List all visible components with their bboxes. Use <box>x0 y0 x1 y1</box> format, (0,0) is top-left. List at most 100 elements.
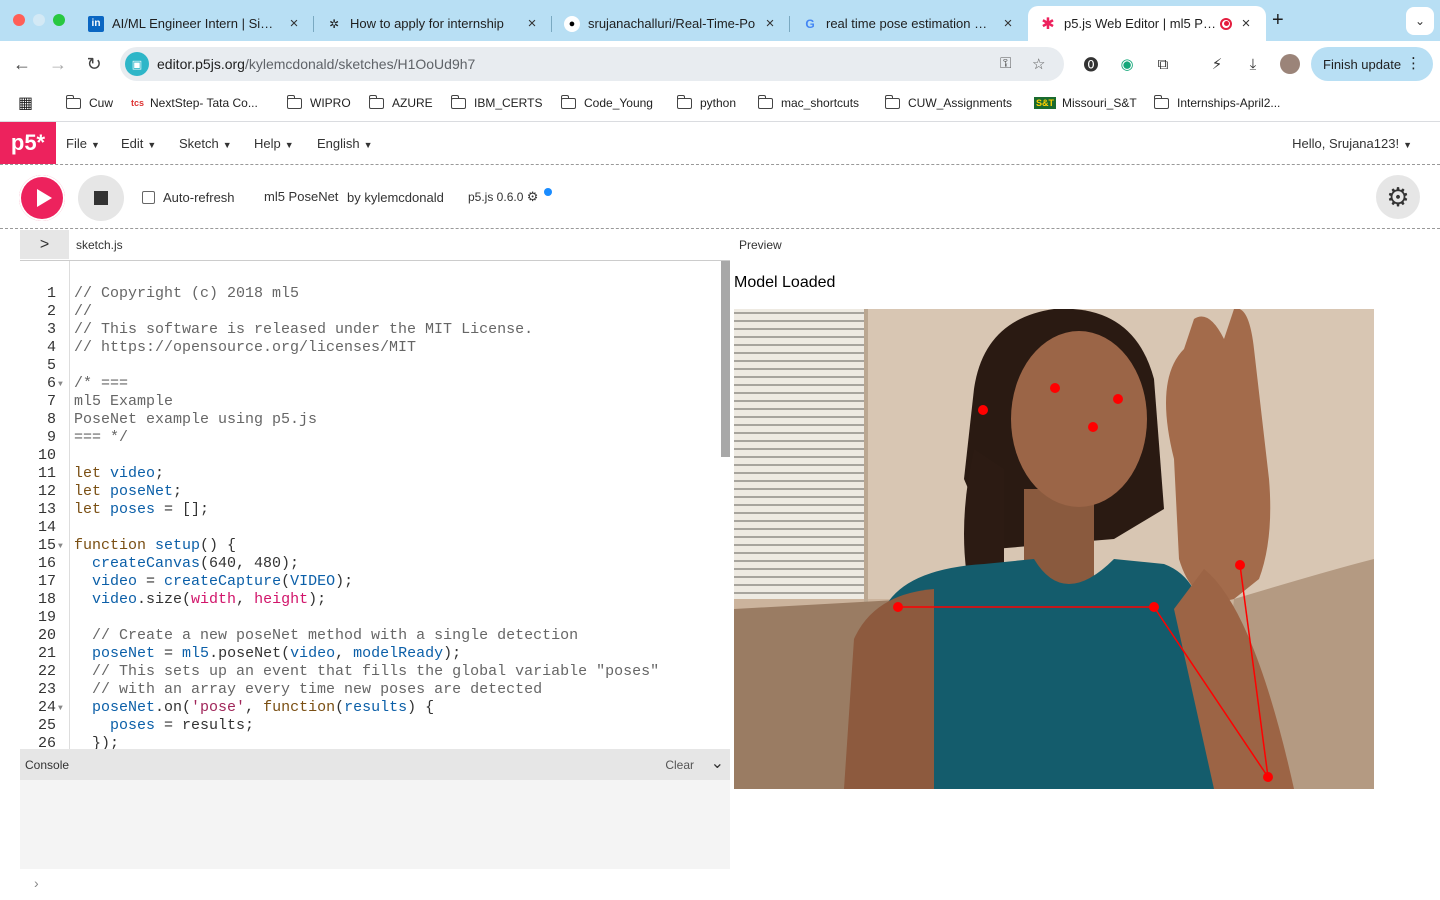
bookmark-mac-shortcuts[interactable]: mac_shortcuts <box>757 94 859 110</box>
bookmark-cuw[interactable]: Cuw <box>65 94 113 110</box>
bookmark-internships[interactable]: Internships-April2... <box>1153 94 1280 110</box>
code-line[interactable]: 9 === */ <box>20 429 720 447</box>
stop-button[interactable] <box>78 175 124 221</box>
fold-triangle-icon[interactable]: ▼ <box>58 700 63 718</box>
fullscreen-window-button[interactable] <box>53 14 65 26</box>
bookmark-code-young[interactable]: Code_Young <box>560 94 653 110</box>
new-tab-button[interactable]: + <box>1272 9 1284 32</box>
reload-icon[interactable]: ↻ <box>82 52 106 76</box>
bookmark-nextstep[interactable]: tcs NextStep- Tata Co... <box>131 96 258 110</box>
code-line[interactable]: 12 let poseNet; <box>20 483 720 501</box>
p5-logo[interactable]: p5* <box>0 122 56 164</box>
tab-sigiq[interactable]: in AI/ML Engineer Intern | SigIQ. × <box>76 9 314 38</box>
menu-edit[interactable]: Edit ▼ <box>121 136 156 151</box>
fold-triangle-icon[interactable]: ▼ <box>58 538 63 556</box>
bookmark-wipro[interactable]: WIPRO <box>286 94 351 110</box>
code-line[interactable]: 16 createCanvas(640, 480); <box>20 555 720 573</box>
code-line[interactable]: 21 poseNet = ml5.poseNet(video, modelRea… <box>20 645 720 663</box>
url-text[interactable]: editor.p5js.org/kylemcdonald/sketches/H1… <box>157 56 475 72</box>
forward-arrow-icon[interactable]: → <box>46 52 70 76</box>
tab-github[interactable]: ● srujanachalluri/Real-Time-Po × <box>552 9 790 38</box>
code-line[interactable]: 14 <box>20 519 720 537</box>
close-tab-icon[interactable]: × <box>1000 15 1016 32</box>
code-line[interactable]: 4 // https://opensource.org/licenses/MIT <box>20 339 720 357</box>
bookmark-ibm-certs[interactable]: IBM_CERTS <box>450 94 542 110</box>
menu-sketch[interactable]: Sketch ▼ <box>179 136 232 151</box>
file-name[interactable]: sketch.js <box>76 238 123 252</box>
tab-search-chevron-icon[interactable]: ⌄ <box>1406 7 1434 35</box>
code-line[interactable]: 15 ▼ function setup() { <box>20 537 720 555</box>
apps-grid-icon[interactable]: ▦ <box>18 93 33 113</box>
console-clear-button[interactable]: Clear <box>665 758 694 772</box>
code-editor[interactable]: 1 // Copyright (c) 2018 ml5 2 // 3 // This so… <box>20 260 730 749</box>
code-line[interactable]: 5 <box>20 357 720 375</box>
console-input[interactable]: › <box>20 869 730 900</box>
bookmark-azure[interactable]: AZURE <box>368 94 433 110</box>
chevron-down-icon[interactable]: ⌄ <box>711 753 724 773</box>
code-line[interactable]: 23 // with an array every time new poses… <box>20 681 720 699</box>
tab-internship[interactable]: ✲ How to apply for internship × <box>314 9 552 38</box>
code-line[interactable]: 7 ml5 Example <box>20 393 720 411</box>
user-menu[interactable]: Hello, Srujana123! ▼ <box>1292 136 1412 151</box>
finish-update-button[interactable]: Finish update ⋮ <box>1311 47 1433 81</box>
code-line[interactable]: 2 // <box>20 303 720 321</box>
bookmark-star-icon[interactable]: ☆ <box>1032 55 1045 73</box>
address-bar[interactable]: ▣ editor.p5js.org/kylemcdonald/sketches/… <box>120 47 1064 81</box>
code-line[interactable]: 18 video.size(width, height); <box>20 591 720 609</box>
code-line[interactable]: 25 poses = results; <box>20 717 720 735</box>
code-line[interactable]: 20 // Create a new poseNet method with a… <box>20 627 720 645</box>
code-line[interactable]: 11 let video; <box>20 465 720 483</box>
code-line[interactable]: 26 }); <box>20 735 720 749</box>
code-line[interactable]: 24 ▼ poseNet.on('pose', function(results)… <box>20 699 720 717</box>
code-lines[interactable]: 1 // Copyright (c) 2018 ml5 2 // 3 // This so… <box>20 285 720 749</box>
bookmark-missouri-st[interactable]: S&T Missouri_S&T <box>1034 96 1137 110</box>
extension-icon[interactable]: ⓿ <box>1081 54 1101 74</box>
minimize-window-button[interactable] <box>33 14 45 26</box>
scrollbar-thumb[interactable] <box>721 261 730 457</box>
url-path: /kylemcdonald/sketches/H1OoUd9h7 <box>244 56 476 72</box>
console-header[interactable]: Console Clear ⌄ <box>20 749 730 780</box>
menu-language[interactable]: English ▼ <box>317 136 373 151</box>
auto-refresh-label[interactable]: Auto-refresh <box>163 190 235 205</box>
performance-icon[interactable]: ⚡ <box>1207 54 1227 74</box>
extensions-puzzle-icon[interactable]: ⧉ <box>1153 54 1173 74</box>
download-icon[interactable]: ⤓ <box>1243 54 1263 74</box>
menu-help[interactable]: Help ▼ <box>254 136 294 151</box>
sketch-name[interactable]: ml5 PoseNet <box>264 189 338 204</box>
camera-in-use-icon[interactable]: ▣ <box>125 52 149 76</box>
close-tab-icon[interactable]: × <box>1238 15 1254 32</box>
bookmark-cuw-assignments[interactable]: CUW_Assignments <box>884 94 1012 110</box>
profile-avatar[interactable] <box>1280 54 1300 74</box>
editor-scrollbar[interactable] <box>719 261 730 749</box>
auto-refresh-checkbox[interactable] <box>142 191 155 204</box>
close-window-button[interactable] <box>13 14 25 26</box>
code-line[interactable]: 8 PoseNet example using p5.js <box>20 411 720 429</box>
fold-triangle-icon[interactable]: ▼ <box>58 376 63 394</box>
line-number: 7 <box>46 393 56 410</box>
close-tab-icon[interactable]: × <box>524 15 540 32</box>
settings-gear-icon[interactable]: ⚙ <box>1376 175 1420 219</box>
sidebar-toggle-chevron-icon[interactable]: > <box>20 230 69 259</box>
code-line[interactable]: 10 <box>20 447 720 465</box>
code-line[interactable]: 3 // This software is released under the … <box>20 321 720 339</box>
grammarly-icon[interactable]: ◉ <box>1117 54 1137 74</box>
sketch-canvas[interactable] <box>734 309 1374 789</box>
bookmark-python[interactable]: python <box>676 94 736 110</box>
code-line[interactable]: 1 // Copyright (c) 2018 ml5 <box>20 285 720 303</box>
back-arrow-icon[interactable]: ← <box>10 52 34 76</box>
code-line[interactable]: 19 <box>20 609 720 627</box>
close-tab-icon[interactable]: × <box>286 15 302 32</box>
password-key-icon[interactable]: ⚿ <box>1000 55 1011 72</box>
tab-google[interactable]: G real time pose estimation pos × <box>790 9 1028 38</box>
code-line[interactable]: 17 video = createCapture(VIDEO); <box>20 573 720 591</box>
sketch-author[interactable]: by kylemcdonald <box>347 190 444 205</box>
menu-file[interactable]: File ▼ <box>66 136 100 151</box>
code-line[interactable]: 6 ▼ /* === <box>20 375 720 393</box>
code-line[interactable]: 22 // This sets up an event that fills t… <box>20 663 720 681</box>
tab-p5-editor[interactable]: ✱ p5.js Web Editor | ml5 Pos × <box>1028 6 1266 41</box>
close-tab-icon[interactable]: × <box>762 15 778 32</box>
play-button[interactable] <box>19 175 65 221</box>
code-line[interactable]: 13 let poses = []; <box>20 501 720 519</box>
p5-version-selector[interactable]: p5.js 0.6.0 ⚙ <box>468 189 538 205</box>
more-vert-icon[interactable]: ⋮ <box>1406 54 1421 72</box>
